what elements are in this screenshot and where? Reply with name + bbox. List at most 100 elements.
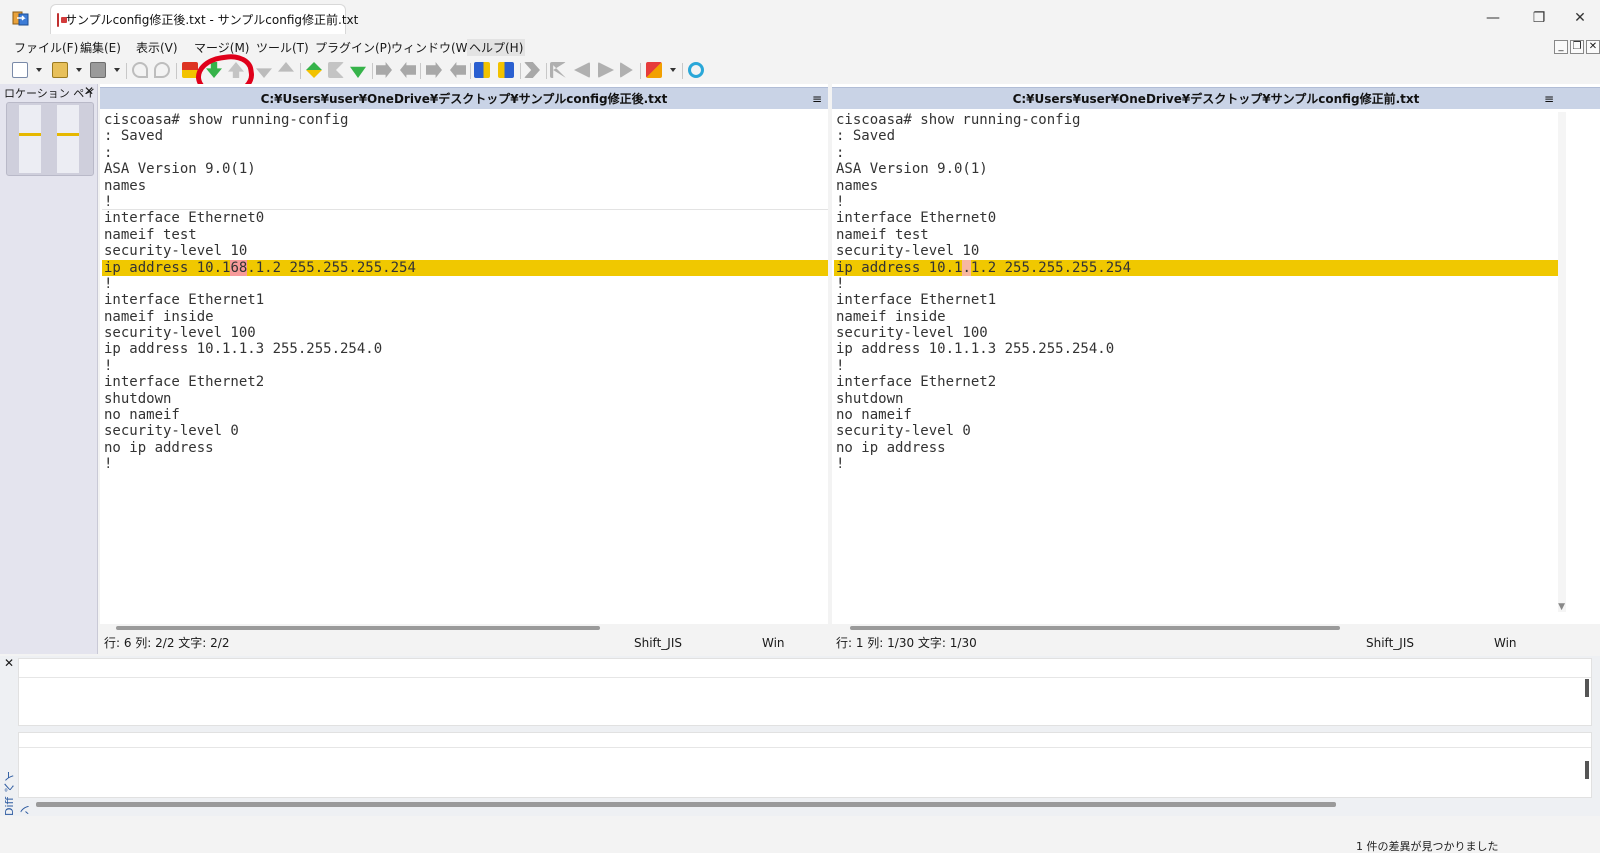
right-horizontal-scrollbar[interactable] [832,624,1600,632]
menu-tools[interactable]: ツール(T) [254,39,311,56]
next-file-icon[interactable] [598,62,614,78]
document-tab-title: サンプルconfig修正後.txt - サンプルconfig修正前.txt [65,13,359,27]
left-cursor-position: 行: 6 列: 2/2 文字: 2/2 [104,636,230,650]
new-icon[interactable] [12,62,28,78]
merge-icon[interactable] [524,62,540,78]
code-line: ! [104,275,113,292]
left-pane-status: 行: 6 列: 2/2 文字: 2/2 Shift_JIS Win [100,632,828,654]
left-pane-menu-icon[interactable]: ≡ [812,88,822,110]
code-line: ! [102,194,828,211]
changed-characters: 68 [230,259,248,276]
menu-window[interactable]: ウィンドウ(W) [389,39,474,56]
code-line: ip address 10.1.1.3 255.255.254.0 [104,341,383,358]
left-eol: Win [762,636,785,650]
code-line: interface Ethernet1 [836,292,997,309]
code-line: : [104,144,113,161]
code-line: shutdown [104,390,172,407]
document-icon [57,12,67,27]
first-diff-icon[interactable] [278,62,294,72]
next-diff-icon[interactable] [206,62,222,78]
right-pane-header: C:¥Users¥user¥OneDrive¥デスクトップ¥サンプルconfig… [832,87,1600,109]
code-line: ! [836,456,845,473]
diff-left-view[interactable] [18,658,1592,726]
right-pane-menu-icon[interactable]: ≡ [1544,88,1554,110]
diff-horizontal-scrollbar[interactable] [36,802,1336,807]
changed-code-line: ip address 10.168.1.2 255.255.255.254 [102,259,828,276]
code-line: nameif test [104,226,197,243]
right-code-view[interactable]: ciscoasa# show running-config : Saved : … [834,112,1558,624]
code-line: interface Ethernet1 [104,292,265,309]
document-tab[interactable]: サンプルconfig修正後.txt - サンプルconfig修正前.txt [50,4,358,34]
menu-edit[interactable]: 編集(E) [78,39,123,56]
left-scroll-thumb[interactable] [116,626,600,630]
left-file-pane: C:¥Users¥user¥OneDrive¥デスクトップ¥サンプルconfig… [100,84,828,654]
left-file-path: C:¥Users¥user¥OneDrive¥デスクトップ¥サンプルconfig… [260,92,668,106]
right-file-path: C:¥Users¥user¥OneDrive¥デスクトップ¥サンプルconfig… [1012,92,1420,106]
code-line: nameif inside [104,308,214,325]
color-scheme-icon[interactable] [646,62,662,78]
next-conflict-icon[interactable] [350,66,366,78]
last-file-icon[interactable] [620,62,633,78]
prev-diff-icon[interactable] [228,62,244,78]
changed-characters: . [962,259,971,276]
code-line: security-level 0 [836,423,971,440]
maximize-button[interactable]: ❐ [1516,0,1562,36]
mdi-restore-button[interactable]: ❐ [1570,40,1584,54]
code-line: security-level 10 [104,243,248,260]
color-scheme-dropdown-icon[interactable] [670,68,676,72]
current-diff-icon[interactable] [306,62,322,78]
new-dropdown-icon[interactable] [36,68,42,72]
open-dropdown-icon[interactable] [76,68,82,72]
diff-right-view[interactable] [18,732,1592,798]
menu-merge[interactable]: マージ(M) [192,39,251,56]
location-map[interactable] [6,102,94,176]
code-line: : Saved [836,128,896,145]
mdi-close-button[interactable]: ✕ [1586,40,1600,54]
copy-right-advance-icon[interactable] [426,62,442,78]
code-line: : [836,144,845,161]
first-file-icon[interactable] [550,62,566,78]
options-icon[interactable] [182,62,198,78]
location-pane-close-icon[interactable]: ✕ [84,84,94,98]
code-line: security-level 10 [836,243,980,260]
status-bar: 1 件の差異が見つかりました [0,818,1600,853]
menu-view[interactable]: 表示(V) [134,39,180,56]
prev-conflict-icon[interactable] [328,62,344,78]
close-button[interactable]: ✕ [1560,0,1600,36]
changed-code-line: ip address 10.1.1.2 255.255.255.254 [834,259,1558,276]
all-right-icon[interactable] [474,62,490,78]
left-horizontal-scrollbar[interactable] [100,624,828,632]
code-line: no nameif [104,407,180,424]
menu-bar: ファイル(F) 編集(E) 表示(V) マージ(M) ツール(T) プラグイン(… [0,36,1600,58]
code-line: ASA Version 9.0(1) [836,161,988,178]
left-code-view[interactable]: ciscoasa# show running-config : Saved : … [102,112,828,624]
menu-help[interactable]: ヘルプ(H) [467,39,526,56]
location-pane: ロケーション ペイン ✕ [0,84,98,654]
winmerge-app-icon[interactable] [12,9,30,27]
copy-left-advance-icon[interactable] [450,62,466,78]
menu-plugins[interactable]: プラグイン(P) [313,39,394,56]
mdi-minimize-button[interactable]: _ [1554,40,1568,54]
last-diff-icon[interactable] [256,68,272,78]
copy-left-icon[interactable] [400,62,416,78]
save-dropdown-icon[interactable] [114,68,120,72]
prev-file-icon[interactable] [574,62,590,78]
undo-icon[interactable] [132,62,148,78]
diff-pane-close-icon[interactable]: ✕ [4,656,14,670]
right-scroll-thumb[interactable] [850,626,1340,630]
open-folder-icon[interactable] [52,62,68,78]
right-eol: Win [1494,636,1517,650]
right-vertical-scrollbar[interactable]: ▼ [1558,112,1566,612]
menu-file[interactable]: ファイル(F) [12,39,80,56]
minimize-button[interactable]: — [1470,0,1516,36]
refresh-icon[interactable] [688,62,704,78]
copy-right-icon[interactable] [376,62,392,78]
toolbar [0,58,1600,84]
code-line: interface Ethernet2 [104,374,265,391]
code-line: security-level 0 [104,423,239,440]
save-icon[interactable] [90,62,106,78]
all-left-icon[interactable] [498,62,514,78]
scroll-down-arrow-icon[interactable]: ▼ [1558,602,1565,612]
code-line: ASA Version 9.0(1) [104,161,256,178]
redo-icon[interactable] [154,62,170,78]
